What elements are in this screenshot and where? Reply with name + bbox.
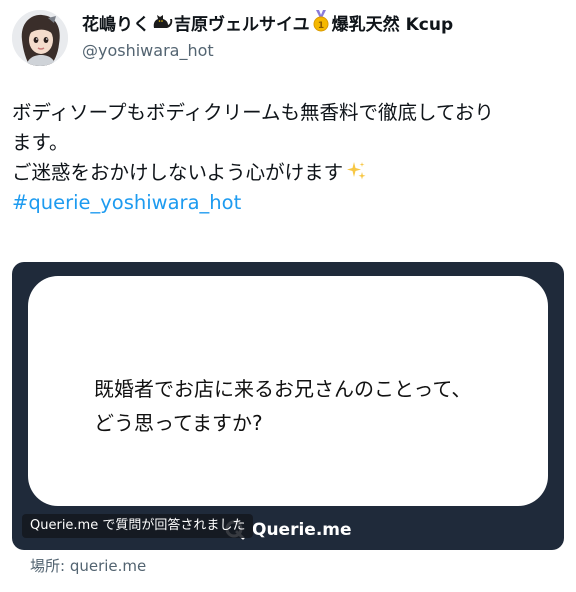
display-name-part2: 吉原ヴェルサイユ [174, 14, 310, 35]
card-caption: Querie.me で質問が回答されました [22, 514, 254, 538]
question-line-2: どう思ってますか? [94, 411, 263, 435]
tweet-line-3-wrapper: ご迷惑をおかけしないよう心がけます [12, 158, 560, 188]
tweet-line-3: ご迷惑をおかけしないよう心がけます [12, 161, 344, 184]
brand-label: Querie.me [252, 520, 352, 540]
hashtag-link[interactable]: #querie_yoshiwara_hot [12, 188, 560, 218]
display-name[interactable]: 花嶋りく 吉原ヴェルサイユ 1 爆乳天然 Kcup [82, 10, 453, 39]
sparkles-icon [345, 160, 367, 182]
svg-text:1: 1 [318, 21, 324, 31]
question-line-1: 既婚者でお店に来るお兄さんのことって、 [94, 377, 472, 401]
card-source-location[interactable]: 場所: querie.me [30, 555, 146, 576]
display-name-part3: 爆乳天然 Kcup [331, 14, 454, 35]
link-card[interactable]: 既婚者でお店に来るお兄さんのことって、 どう思ってますか? Querie.me … [12, 262, 564, 550]
black-cat-icon [151, 11, 173, 38]
tweet-header: 花嶋りく 吉原ヴェルサイユ 1 爆乳天然 Kcup @yoshiwara_hot [10, 8, 566, 68]
medal-icon: 1 [311, 10, 331, 39]
question-card: 既婚者でお店に来るお兄さんのことって、 どう思ってますか? [28, 276, 548, 506]
user-handle[interactable]: @yoshiwara_hot [82, 40, 453, 62]
tweet-text: ボディソープもボディクリームも無香料で徹底しており ます。 ご迷惑をおかけしない… [12, 98, 560, 218]
tweet-line-1: ボディソープもボディクリームも無香料で徹底しており [12, 101, 494, 124]
author-info: 花嶋りく 吉原ヴェルサイユ 1 爆乳天然 Kcup @yoshiwara_hot [82, 10, 453, 62]
display-name-part1: 花嶋りく [82, 14, 150, 35]
tweet-line-2: ます。 [12, 131, 69, 154]
avatar[interactable] [12, 10, 68, 66]
avatar-image [12, 10, 68, 66]
question-text: 既婚者でお店に来るお兄さんのことって、 どう思ってますか? [94, 372, 471, 440]
